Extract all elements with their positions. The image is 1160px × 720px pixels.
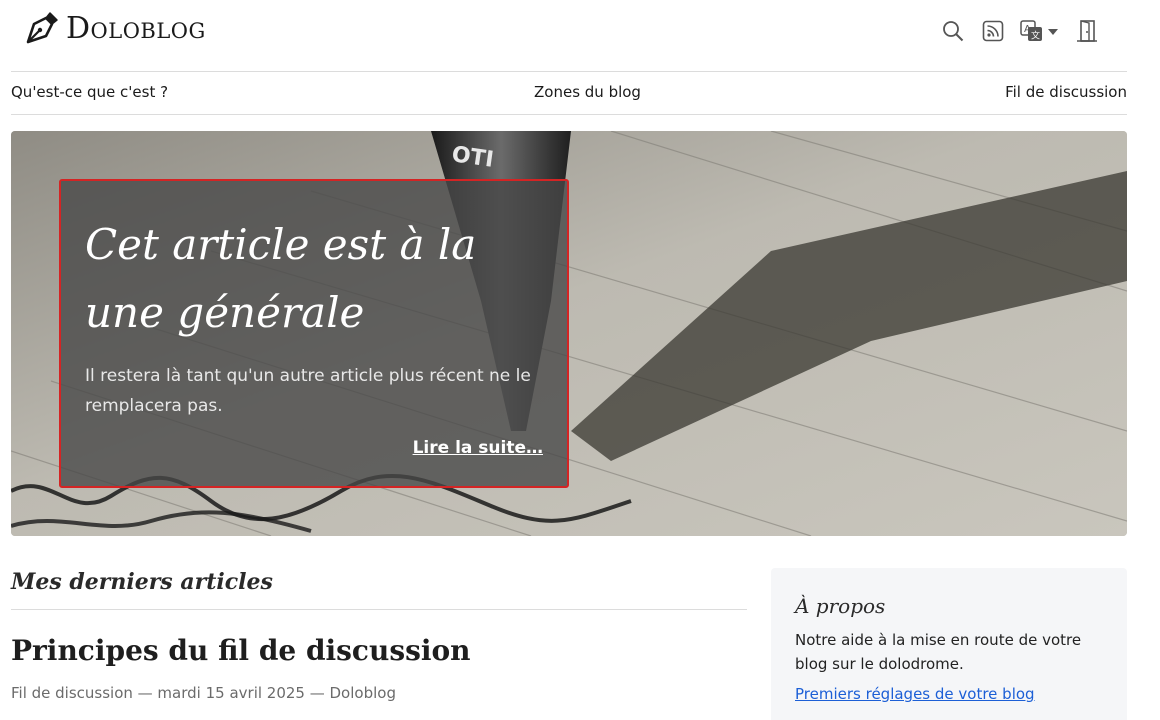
about-panel: À propos Notre aide à la mise en route d…	[771, 568, 1127, 720]
nav-item-blog-zones[interactable]: Zones du blog	[534, 83, 641, 101]
about-title: À propos	[795, 594, 886, 618]
post-meta: Fil de discussion — mardi 15 avril 2025 …	[11, 684, 396, 702]
language-menu[interactable]: A 文	[1020, 18, 1060, 44]
hero-title[interactable]: Cet article est à la une générale	[85, 211, 543, 347]
read-more-link[interactable]: Lire la suite…	[413, 438, 543, 458]
site-title: Doloblog	[66, 10, 206, 46]
svg-text:文: 文	[1031, 30, 1040, 42]
about-text: Notre aide à la mise en route de votre b…	[795, 631, 1082, 673]
latest-articles-heading: Mes derniers articles	[11, 569, 747, 610]
door-icon[interactable]	[1074, 18, 1100, 44]
nav-item-what-is-it[interactable]: Qu'est-ce que c'est ?	[11, 83, 168, 101]
hero-card: Cet article est à la une générale Il res…	[59, 179, 569, 488]
main-navigation: Qu'est-ce que c'est ? Zones du blog Fil …	[11, 71, 1127, 115]
header-tools: A 文	[940, 18, 1100, 44]
translate-icon: A 文	[1020, 20, 1058, 42]
hero-subtitle: Il restera là tant qu'un autre article p…	[85, 366, 531, 416]
rss-icon[interactable]	[980, 18, 1006, 44]
featured-hero: OTI Cet article est à la une générale Il…	[11, 131, 1127, 536]
site-logo[interactable]: Doloblog	[24, 10, 206, 46]
site-header: Doloblog A 文	[0, 0, 1160, 70]
nav-item-discussion-thread[interactable]: Fil de discussion	[1005, 83, 1127, 101]
settings-guide-link[interactable]: Premiers réglages de votre blog	[795, 685, 1035, 703]
post-title[interactable]: Principes du fil de discussion	[11, 634, 471, 667]
fountain-pen-icon	[24, 10, 60, 46]
search-icon[interactable]	[940, 18, 966, 44]
